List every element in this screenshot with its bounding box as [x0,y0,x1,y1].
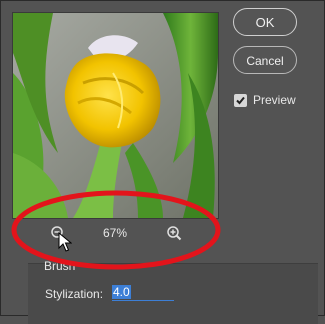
tulip-painting [13,13,218,218]
cancel-button[interactable]: Cancel [233,46,297,74]
stylization-input[interactable]: 4.0 [112,284,174,301]
preview-image[interactable] [12,12,219,219]
zoom-in-icon [167,226,182,241]
preview-toggle[interactable]: Preview [234,93,296,107]
preview-checkbox[interactable] [234,93,247,107]
preview-label: Preview [253,93,296,107]
stylization-label: Stylization: [45,287,104,301]
zoom-level: 67% [102,226,128,240]
mouse-cursor-icon [58,232,72,252]
stylization-value: 4.0 [112,285,131,299]
zoom-in-button[interactable] [166,225,182,241]
zoom-controls: 67% [12,222,217,244]
brush-section-title: Brush [44,259,76,273]
ok-button[interactable]: OK [233,8,297,36]
checkmark-icon [236,96,245,104]
